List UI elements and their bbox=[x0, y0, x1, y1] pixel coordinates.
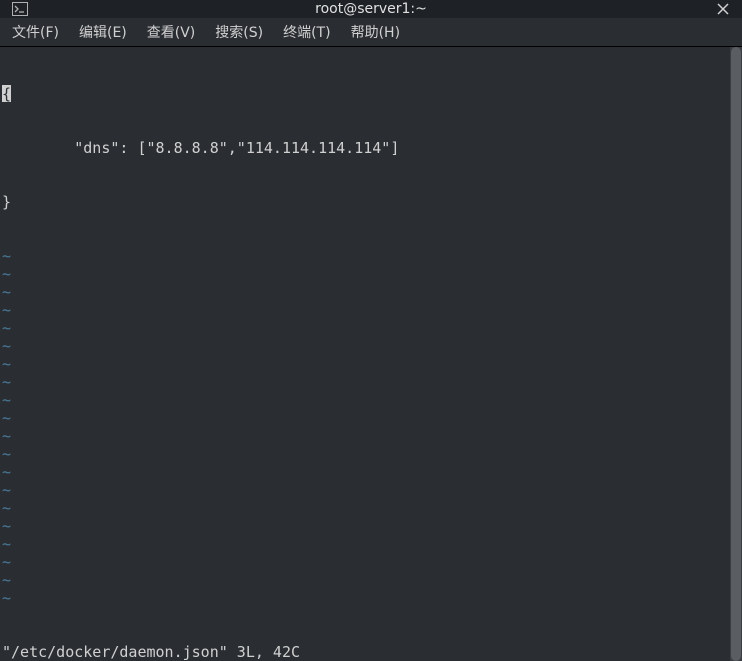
titlebar[interactable]: root@server1:~ bbox=[0, 0, 742, 18]
tilde-line: ~ bbox=[2, 265, 730, 283]
tilde-line: ~ bbox=[2, 247, 730, 265]
vim-status-line: "/etc/docker/daemon.json" 3L, 42C bbox=[2, 643, 300, 661]
tilde-line: ~ bbox=[2, 373, 730, 391]
terminal-window: root@server1:~ 文件(F) 编辑(E) 查看(V) 搜索(S) 终… bbox=[0, 0, 742, 510]
tilde-line: ~ bbox=[2, 571, 730, 589]
cursor: { bbox=[2, 85, 11, 102]
tilde-line: ~ bbox=[2, 427, 730, 445]
menubar: 文件(F) 编辑(E) 查看(V) 搜索(S) 终端(T) 帮助(H) bbox=[0, 18, 742, 47]
window-title: root@server1:~ bbox=[315, 1, 427, 17]
tilde-line: ~ bbox=[2, 391, 730, 409]
close-button[interactable] bbox=[714, 0, 732, 18]
tilde-line: ~ bbox=[2, 589, 730, 607]
terminal-content[interactable]: { "dns": ["8.8.8.8","114.114.114.114"] }… bbox=[0, 47, 730, 661]
terminal-icon bbox=[12, 2, 28, 16]
scrollbar[interactable] bbox=[730, 47, 742, 661]
tilde-line: ~ bbox=[2, 463, 730, 481]
menu-help[interactable]: 帮助(H) bbox=[347, 18, 404, 46]
tilde-line: ~ bbox=[2, 499, 730, 517]
menu-view[interactable]: 查看(V) bbox=[143, 18, 200, 46]
scrollbar-thumb[interactable] bbox=[731, 47, 741, 661]
terminal-area: { "dns": ["8.8.8.8","114.114.114.114"] }… bbox=[0, 47, 742, 661]
tilde-line: ~ bbox=[2, 301, 730, 319]
editor-line-2: "dns": ["8.8.8.8","114.114.114.114"] bbox=[2, 139, 730, 157]
tilde-line: ~ bbox=[2, 481, 730, 499]
tilde-line: ~ bbox=[2, 337, 730, 355]
tilde-line: ~ bbox=[2, 409, 730, 427]
tilde-line: ~ bbox=[2, 445, 730, 463]
tilde-line: ~ bbox=[2, 535, 730, 553]
menu-search[interactable]: 搜索(S) bbox=[211, 18, 267, 46]
menu-terminal[interactable]: 终端(T) bbox=[279, 18, 334, 46]
tilde-line: ~ bbox=[2, 355, 730, 373]
menu-edit[interactable]: 编辑(E) bbox=[75, 18, 131, 46]
editor-line-3: } bbox=[2, 193, 730, 211]
tilde-line: ~ bbox=[2, 319, 730, 337]
menu-file[interactable]: 文件(F) bbox=[8, 18, 63, 46]
tilde-line: ~ bbox=[2, 553, 730, 571]
tilde-line: ~ bbox=[2, 517, 730, 535]
editor-line-1: { bbox=[2, 85, 730, 103]
tilde-line: ~ bbox=[2, 283, 730, 301]
